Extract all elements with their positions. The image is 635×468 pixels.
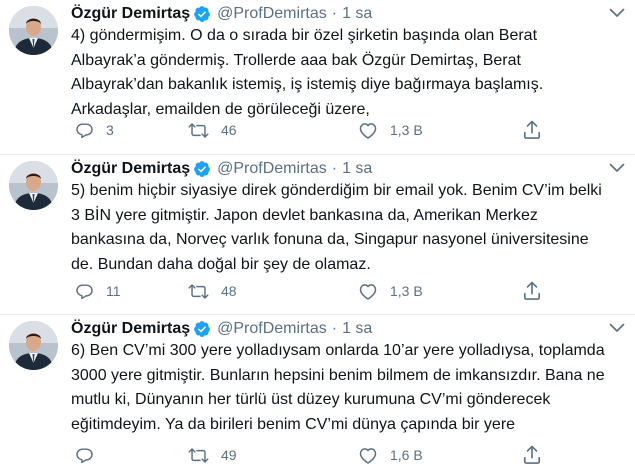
chevron-down-icon[interactable] bbox=[609, 323, 625, 333]
tweet-text: 4) göndermişim. O da o sırada bir özel ş… bbox=[71, 24, 621, 122]
timestamp[interactable]: 1 sa bbox=[342, 320, 372, 338]
heart-icon bbox=[359, 447, 377, 464]
reply-icon bbox=[76, 283, 93, 299]
tweet-text-line: 5) benim hiçbir siyasiye direk gönderdiğ… bbox=[71, 182, 602, 199]
like-count: 1,6 B bbox=[390, 447, 423, 463]
chevron-down-icon[interactable] bbox=[609, 8, 625, 18]
heart-icon bbox=[359, 122, 377, 139]
share-icon bbox=[523, 445, 541, 464]
reply-icon bbox=[76, 122, 93, 138]
heart-icon bbox=[359, 283, 377, 300]
share-button[interactable] bbox=[523, 281, 541, 301]
timestamp[interactable]: 1 sa bbox=[342, 160, 372, 178]
tweet-header: Özgür Demirtaş @ProfDemirtas · 1 sa bbox=[71, 317, 372, 341]
verified-badge-icon bbox=[193, 5, 211, 23]
share-button[interactable] bbox=[523, 445, 541, 465]
tweet-text-line: 6) Ben CV’mi 300 yere yolladıysam onlard… bbox=[71, 342, 605, 359]
like-button[interactable]: 1,3 B bbox=[358, 120, 423, 140]
like-count: 1,3 B bbox=[390, 283, 423, 299]
author-name[interactable]: Özgür Demirtaş bbox=[71, 160, 190, 178]
tweet-header: Özgür Demirtaş @ProfDemirtas · 1 sa bbox=[71, 2, 372, 26]
retweet-icon bbox=[188, 447, 209, 463]
tweet-thread: Özgür Demirtaş @ProfDemirtas · 1 sa 4) g… bbox=[0, 0, 635, 468]
retweet-count: 46 bbox=[221, 122, 237, 138]
tweet-text-line: 3000 yere gitmiştir. Bunların hepsini be… bbox=[71, 366, 605, 384]
like-count: 1,3 B bbox=[390, 122, 423, 138]
share-icon bbox=[523, 120, 541, 139]
tweet-text-line: Albayrak’dan bakanlık istemiş, iş istemi… bbox=[71, 76, 544, 93]
tweet-text-line: bankasına da, Norveç varlık fonuna da, S… bbox=[71, 231, 589, 248]
retweet-icon bbox=[188, 283, 209, 299]
tweet-text-line: mutlu ki, Dünyanın her türlü üst düzey k… bbox=[71, 391, 551, 408]
tweet-text-line: Arkadaşlar, emailden de görüleceği üzere… bbox=[71, 100, 370, 118]
timestamp[interactable]: 1 sa bbox=[342, 5, 372, 23]
retweet-button[interactable]: 46 bbox=[188, 120, 237, 140]
retweet-button[interactable]: 49 bbox=[188, 445, 237, 465]
author-handle[interactable]: @ProfDemirtas bbox=[217, 160, 327, 178]
share-icon bbox=[523, 281, 541, 300]
tweet-header: Özgür Demirtaş @ProfDemirtas · 1 sa bbox=[71, 157, 372, 181]
avatar[interactable] bbox=[9, 161, 58, 210]
retweet-button[interactable]: 48 bbox=[188, 281, 237, 301]
tweet-text-line: de. Bundan daha doğal bir şey de olamaz. bbox=[71, 255, 371, 273]
tweet[interactable]: Özgür Demirtaş @ProfDemirtas · 1 sa 5) b… bbox=[0, 155, 635, 315]
reply-button[interactable]: 11 bbox=[75, 281, 121, 301]
tweet-text-line: 3 BİN yere gitmiştir. Japon devlet banka… bbox=[71, 206, 538, 224]
tweet-text-line: 4) göndermişim. O da o sırada bir özel ş… bbox=[71, 27, 538, 44]
separator-dot: · bbox=[331, 160, 338, 177]
avatar[interactable] bbox=[9, 6, 58, 55]
author-handle[interactable]: @ProfDemirtas bbox=[217, 320, 327, 338]
reply-icon bbox=[76, 447, 93, 463]
separator-dot: · bbox=[331, 5, 338, 22]
tweet-text: 5) benim hiçbir siyasiye direk gönderdiğ… bbox=[71, 179, 621, 277]
like-button[interactable]: 1,3 B bbox=[358, 281, 423, 301]
tweet-text-line: eğitimdeyim. Ya da birileri benim CV’mi … bbox=[71, 415, 516, 433]
author-name[interactable]: Özgür Demirtaş bbox=[71, 5, 190, 23]
author-name[interactable]: Özgür Demirtaş bbox=[71, 320, 190, 338]
verified-badge-icon bbox=[193, 160, 211, 178]
tweet-text: 6) Ben CV’mi 300 yere yolladıysam onlard… bbox=[71, 339, 621, 437]
author-handle[interactable]: @ProfDemirtas bbox=[217, 5, 327, 23]
separator-dot: · bbox=[331, 320, 338, 337]
share-button[interactable] bbox=[523, 120, 541, 140]
reply-count: 11 bbox=[106, 283, 121, 299]
tweet-actions: 49 1,6 B bbox=[71, 445, 551, 468]
reply-button[interactable]: 3 bbox=[75, 120, 114, 140]
retweet-count: 49 bbox=[221, 447, 237, 463]
retweet-icon bbox=[188, 122, 209, 138]
verified-badge-icon bbox=[193, 320, 211, 338]
chevron-down-icon[interactable] bbox=[609, 163, 625, 173]
tweet-actions: 3 46 1,3 B bbox=[71, 120, 551, 144]
tweet-text-line: Albayrak’a göndermiş. Trollerde aaa bak … bbox=[71, 51, 521, 69]
like-button[interactable]: 1,6 B bbox=[358, 445, 423, 465]
tweet[interactable]: Özgür Demirtaş @ProfDemirtas · 1 sa 4) g… bbox=[0, 0, 635, 155]
tweet[interactable]: Özgür Demirtaş @ProfDemirtas · 1 sa 6) B… bbox=[0, 315, 635, 468]
tweet-actions: 11 48 1,3 B bbox=[71, 281, 551, 305]
avatar[interactable] bbox=[9, 321, 58, 370]
reply-count: 3 bbox=[106, 122, 114, 138]
retweet-count: 48 bbox=[221, 283, 237, 299]
reply-button[interactable] bbox=[75, 445, 106, 465]
